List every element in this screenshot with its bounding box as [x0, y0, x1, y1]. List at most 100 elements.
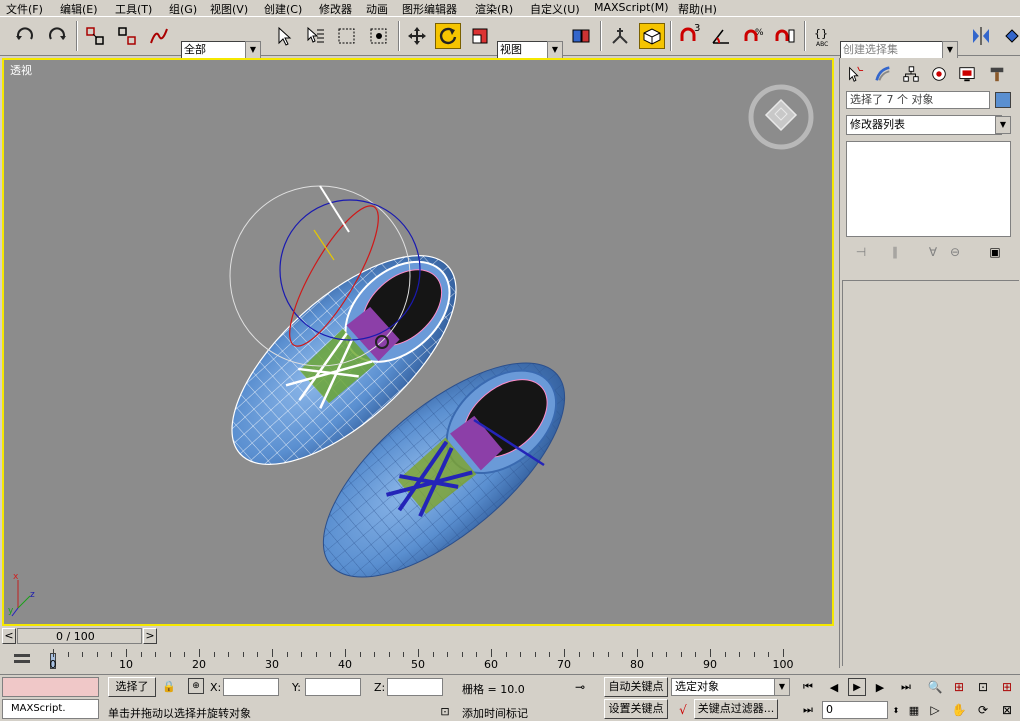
- prev-frame-icon[interactable]: ◀: [824, 679, 844, 695]
- bind-spacewarp-button[interactable]: [146, 23, 172, 49]
- pivot-center-button[interactable]: [568, 23, 594, 49]
- menu-group[interactable]: 组(G): [169, 1, 197, 17]
- go-to-end-icon[interactable]: ⏭: [896, 679, 916, 695]
- window-crossing-button[interactable]: [366, 23, 392, 49]
- zoom-extents-all-icon[interactable]: ⊞: [998, 679, 1016, 695]
- menu-create[interactable]: 创建(C): [264, 1, 302, 17]
- maximize-viewport-icon[interactable]: ⊠: [998, 702, 1016, 718]
- key-mode-toggle-icon[interactable]: ⏭: [800, 702, 816, 718]
- menu-maxscript[interactable]: MAXScript(M): [594, 1, 669, 14]
- tab-hierarchy[interactable]: [899, 62, 923, 86]
- set-key-icon[interactable]: √: [674, 701, 692, 719]
- align-button[interactable]: [998, 23, 1020, 49]
- chevron-down-icon[interactable]: ▼: [245, 41, 261, 59]
- percent-snap-toggle[interactable]: %: [740, 23, 766, 49]
- spinner-snap-toggle[interactable]: [772, 23, 798, 49]
- menu-customize[interactable]: 自定义(U): [530, 1, 580, 17]
- pin-stack-icon[interactable]: ⊣: [852, 243, 870, 261]
- time-tag-icon[interactable]: ⊡: [436, 703, 454, 719]
- next-frame-icon[interactable]: ▶: [870, 679, 890, 695]
- show-end-result-icon[interactable]: ∥: [886, 243, 904, 261]
- current-frame-field[interactable]: 0: [822, 701, 888, 719]
- z-coord-field[interactable]: [387, 678, 443, 696]
- tab-create[interactable]: [843, 62, 867, 86]
- select-object-button[interactable]: [270, 23, 296, 49]
- field-of-view-icon[interactable]: ▷: [926, 702, 944, 718]
- maxscript-listener-red[interactable]: [2, 677, 99, 697]
- set-key-button[interactable]: 设置关键点: [604, 699, 668, 719]
- rectangular-selection-button[interactable]: [334, 23, 360, 49]
- select-and-move-button[interactable]: [404, 23, 430, 49]
- named-selection-set-dropdown[interactable]: 创建选择集: [840, 41, 942, 59]
- menu-file[interactable]: 文件(F): [6, 1, 43, 17]
- reference-coord-dropdown[interactable]: 视图: [497, 41, 547, 59]
- menu-animation[interactable]: 动画: [366, 1, 388, 17]
- chevron-down-icon[interactable]: ▼: [547, 41, 563, 59]
- edit-named-selection-button[interactable]: {} ABC: [810, 23, 836, 49]
- menu-edit[interactable]: 编辑(E): [60, 1, 98, 17]
- x-coord-field[interactable]: [223, 678, 279, 696]
- object-name-field[interactable]: 选择了 7 个 对象: [846, 91, 990, 109]
- remove-modifier-icon[interactable]: ⊖: [946, 243, 964, 261]
- menu-rendering[interactable]: 渲染(R): [475, 1, 513, 17]
- prev-frame-button[interactable]: <: [2, 628, 16, 644]
- menu-help[interactable]: 帮助(H): [678, 1, 717, 17]
- key-mode-dropdown[interactable]: 选定对象: [671, 678, 775, 696]
- auto-key-button[interactable]: 自动关键点: [604, 677, 668, 697]
- tick-mark: [418, 649, 419, 657]
- make-unique-icon[interactable]: ∀: [924, 243, 942, 261]
- add-time-tag[interactable]: 添加时间标记: [462, 705, 528, 721]
- tab-utilities[interactable]: [985, 62, 1009, 86]
- zoom-extents-icon[interactable]: ⊡: [974, 679, 992, 695]
- selection-filter-dropdown[interactable]: 全部: [181, 41, 245, 59]
- mirror-button[interactable]: [968, 23, 994, 49]
- snaps-toggle[interactable]: 3: [676, 23, 702, 49]
- next-frame-button[interactable]: >: [143, 628, 157, 644]
- tab-motion[interactable]: [927, 62, 951, 86]
- y-coord-field[interactable]: [305, 678, 361, 696]
- time-config-icon[interactable]: ▦: [906, 702, 922, 718]
- play-icon[interactable]: ▶: [848, 678, 866, 696]
- keyboard-shortcut-toggle[interactable]: [639, 23, 665, 49]
- select-by-name-button[interactable]: [302, 23, 328, 49]
- pan-hand-icon[interactable]: ✋: [950, 702, 968, 718]
- menu-tools[interactable]: 工具(T): [115, 1, 152, 17]
- chevron-down-icon[interactable]: ▼: [942, 41, 958, 59]
- maxscript-listener[interactable]: MAXScript.: [2, 699, 99, 719]
- menu-graph-editors[interactable]: 图形编辑器: [402, 1, 457, 17]
- perspective-viewport[interactable]: 透视 x z y: [2, 58, 834, 626]
- menu-view[interactable]: 视图(V): [210, 1, 248, 17]
- zoom-icon[interactable]: 🔍: [926, 679, 944, 695]
- absolute-mode-icon[interactable]: ⊕: [188, 678, 204, 694]
- tab-modify[interactable]: [871, 62, 895, 86]
- angle-snap-toggle[interactable]: [708, 23, 734, 49]
- manipulate-icon: [612, 28, 628, 44]
- tick-mark: [680, 652, 682, 657]
- tab-display[interactable]: [955, 62, 979, 86]
- lock-selection-icon[interactable]: 🔒: [162, 679, 176, 693]
- select-and-link-button[interactable]: [82, 23, 108, 49]
- modifier-stack-list[interactable]: [846, 141, 1011, 237]
- time-slider[interactable]: 0 / 100: [17, 628, 142, 644]
- key-filters-button[interactable]: 关键点过滤器...: [694, 699, 778, 719]
- undo-button[interactable]: [12, 23, 38, 49]
- select-and-rotate-button[interactable]: [435, 23, 461, 49]
- spacewarp-icon: [150, 28, 168, 44]
- orbit-icon[interactable]: ⟳: [974, 702, 992, 718]
- redo-button[interactable]: [44, 23, 70, 49]
- modifier-list-dropdown[interactable]: 修改器列表: [846, 115, 1002, 135]
- object-color-swatch[interactable]: [995, 92, 1011, 108]
- select-and-scale-button[interactable]: [467, 23, 493, 49]
- unlink-button[interactable]: [114, 23, 140, 49]
- menu-modifiers[interactable]: 修改器: [319, 1, 352, 17]
- configure-modifier-sets-icon[interactable]: ▣: [986, 243, 1004, 261]
- manipulate-button[interactable]: [607, 23, 633, 49]
- frame-spinner-icon[interactable]: ⬍: [890, 701, 902, 719]
- chevron-down-icon[interactable]: ▼: [774, 678, 790, 696]
- timeline-ruler[interactable]: 0 10 20 30 40 50 60 70 80 90 100: [0, 647, 838, 673]
- zoom-all-icon[interactable]: ⊞: [950, 679, 968, 695]
- key-icon[interactable]: ⊸: [568, 680, 592, 694]
- go-to-start-icon[interactable]: ⏮: [798, 679, 818, 695]
- tick-label: 20: [192, 658, 206, 671]
- chevron-down-icon[interactable]: ▼: [995, 116, 1011, 134]
